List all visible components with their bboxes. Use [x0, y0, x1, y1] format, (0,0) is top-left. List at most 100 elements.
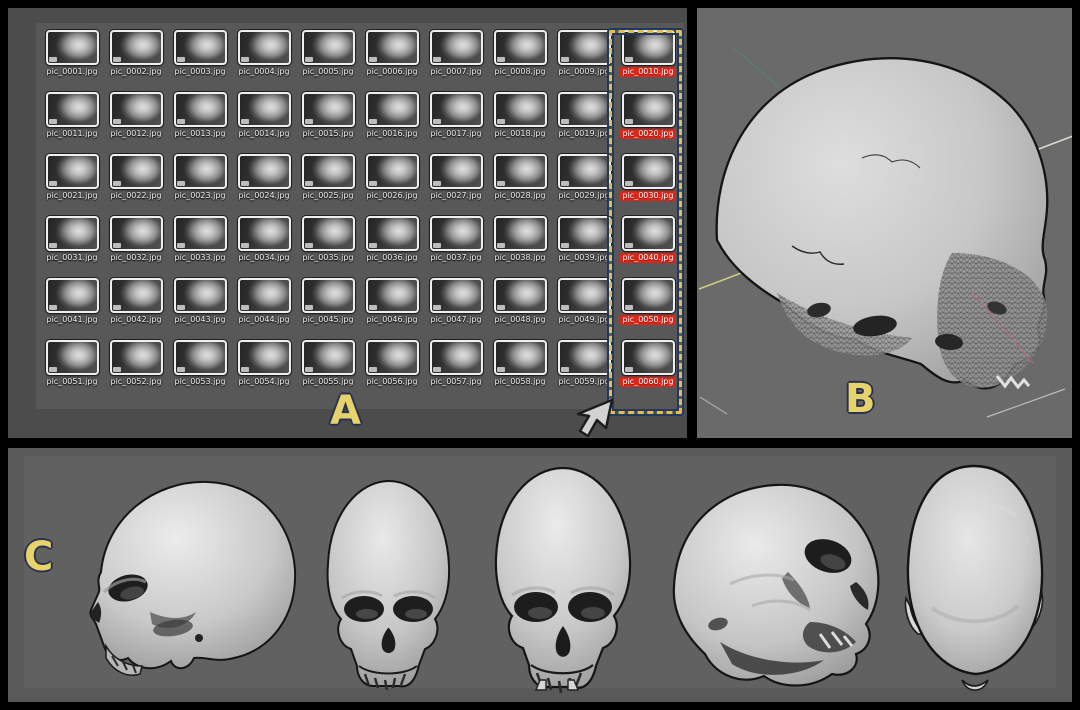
file-item[interactable]: pic_0043.jpg	[168, 278, 232, 340]
file-item[interactable]: pic_0039.jpg	[552, 216, 616, 278]
file-item[interactable]: pic_0004.jpg	[232, 30, 296, 92]
file-thumbnail[interactable]	[430, 30, 483, 65]
file-item[interactable]: pic_0027.jpg	[424, 154, 488, 216]
file-thumbnail[interactable]	[430, 92, 483, 127]
file-item[interactable]: pic_0006.jpg	[360, 30, 424, 92]
file-item[interactable]: pic_0012.jpg	[104, 92, 168, 154]
file-item[interactable]: pic_0009.jpg	[552, 30, 616, 92]
file-thumbnail[interactable]	[238, 216, 291, 251]
file-item[interactable]: pic_0023.jpg	[168, 154, 232, 216]
file-item[interactable]: pic_0014.jpg	[232, 92, 296, 154]
file-thumbnail[interactable]	[302, 30, 355, 65]
file-item[interactable]: pic_0056.jpg	[360, 340, 424, 402]
file-thumbnail[interactable]	[366, 30, 419, 65]
file-item[interactable]: pic_0003.jpg	[168, 30, 232, 92]
file-item[interactable]: pic_0052.jpg	[104, 340, 168, 402]
file-thumbnail[interactable]	[494, 340, 547, 375]
file-item[interactable]: pic_0036.jpg	[360, 216, 424, 278]
file-item[interactable]: pic_0051.jpg	[40, 340, 104, 402]
file-item[interactable]: pic_0001.jpg	[40, 30, 104, 92]
file-item[interactable]: pic_0044.jpg	[232, 278, 296, 340]
file-item[interactable]: pic_0045.jpg	[296, 278, 360, 340]
file-item[interactable]: pic_0033.jpg	[168, 216, 232, 278]
file-thumbnail[interactable]	[46, 30, 99, 65]
file-item[interactable]: pic_0049.jpg	[552, 278, 616, 340]
file-item[interactable]: pic_0025.jpg	[296, 154, 360, 216]
file-thumbnail[interactable]	[238, 92, 291, 127]
file-item[interactable]: pic_0031.jpg	[40, 216, 104, 278]
file-thumbnail[interactable]	[558, 30, 611, 65]
file-thumbnail[interactable]	[110, 278, 163, 313]
file-thumbnail[interactable]	[430, 216, 483, 251]
file-item[interactable]: pic_0026.jpg	[360, 154, 424, 216]
file-thumbnail[interactable]	[302, 92, 355, 127]
file-thumbnail[interactable]	[174, 154, 227, 189]
file-item[interactable]: pic_0021.jpg	[40, 154, 104, 216]
file-thumbnail[interactable]	[46, 340, 99, 375]
file-item[interactable]: pic_0041.jpg	[40, 278, 104, 340]
file-thumbnail[interactable]	[174, 340, 227, 375]
file-thumbnail[interactable]	[110, 216, 163, 251]
file-thumbnail[interactable]	[494, 92, 547, 127]
file-item[interactable]: pic_0047.jpg	[424, 278, 488, 340]
file-item[interactable]: pic_0018.jpg	[488, 92, 552, 154]
file-item[interactable]: pic_0002.jpg	[104, 30, 168, 92]
file-item[interactable]: pic_0015.jpg	[296, 92, 360, 154]
file-thumbnail[interactable]	[366, 216, 419, 251]
file-item[interactable]: pic_0032.jpg	[104, 216, 168, 278]
file-thumbnail[interactable]	[494, 216, 547, 251]
file-thumbnail[interactable]	[494, 278, 547, 313]
file-thumbnail[interactable]	[558, 92, 611, 127]
file-thumbnail[interactable]	[110, 30, 163, 65]
file-thumbnail[interactable]	[558, 216, 611, 251]
file-item[interactable]: pic_0059.jpg	[552, 340, 616, 402]
file-thumbnail[interactable]	[302, 216, 355, 251]
file-thumbnail[interactable]	[110, 340, 163, 375]
file-item[interactable]: pic_0053.jpg	[168, 340, 232, 402]
file-item[interactable]: pic_0046.jpg	[360, 278, 424, 340]
file-item[interactable]: pic_0011.jpg	[40, 92, 104, 154]
file-item[interactable]: pic_0008.jpg	[488, 30, 552, 92]
file-thumbnail[interactable]	[174, 30, 227, 65]
file-thumbnail[interactable]	[366, 154, 419, 189]
file-thumbnail[interactable]	[174, 92, 227, 127]
file-thumbnail[interactable]	[238, 30, 291, 65]
file-item[interactable]: pic_0058.jpg	[488, 340, 552, 402]
file-thumbnail[interactable]	[46, 92, 99, 127]
file-item[interactable]: pic_0042.jpg	[104, 278, 168, 340]
file-item[interactable]: pic_0038.jpg	[488, 216, 552, 278]
file-thumbnail[interactable]	[302, 278, 355, 313]
file-thumbnail[interactable]	[46, 278, 99, 313]
file-thumbnail[interactable]	[238, 340, 291, 375]
file-item[interactable]: pic_0028.jpg	[488, 154, 552, 216]
file-thumbnail[interactable]	[302, 154, 355, 189]
file-thumbnail[interactable]	[46, 216, 99, 251]
file-thumbnail[interactable]	[430, 278, 483, 313]
file-item[interactable]: pic_0016.jpg	[360, 92, 424, 154]
file-thumbnail[interactable]	[558, 278, 611, 313]
file-item[interactable]: pic_0054.jpg	[232, 340, 296, 402]
file-thumbnail[interactable]	[46, 154, 99, 189]
file-item[interactable]: pic_0057.jpg	[424, 340, 488, 402]
file-thumbnail[interactable]	[174, 278, 227, 313]
file-thumbnail[interactable]	[110, 92, 163, 127]
file-item[interactable]: pic_0007.jpg	[424, 30, 488, 92]
file-thumbnail[interactable]	[366, 278, 419, 313]
file-item[interactable]: pic_0037.jpg	[424, 216, 488, 278]
file-thumbnail[interactable]	[366, 340, 419, 375]
file-item[interactable]: pic_0019.jpg	[552, 92, 616, 154]
file-thumbnail[interactable]	[494, 30, 547, 65]
file-item[interactable]: pic_0013.jpg	[168, 92, 232, 154]
file-thumbnail[interactable]	[174, 216, 227, 251]
file-thumbnail[interactable]	[238, 154, 291, 189]
file-thumbnail[interactable]	[238, 278, 291, 313]
file-item[interactable]: pic_0005.jpg	[296, 30, 360, 92]
file-thumbnail[interactable]	[558, 154, 611, 189]
file-thumbnail[interactable]	[430, 340, 483, 375]
file-item[interactable]: pic_0029.jpg	[552, 154, 616, 216]
file-item[interactable]: pic_0024.jpg	[232, 154, 296, 216]
file-thumbnail[interactable]	[558, 340, 611, 375]
file-thumbnail[interactable]	[110, 154, 163, 189]
file-item[interactable]: pic_0034.jpg	[232, 216, 296, 278]
file-item[interactable]: pic_0022.jpg	[104, 154, 168, 216]
